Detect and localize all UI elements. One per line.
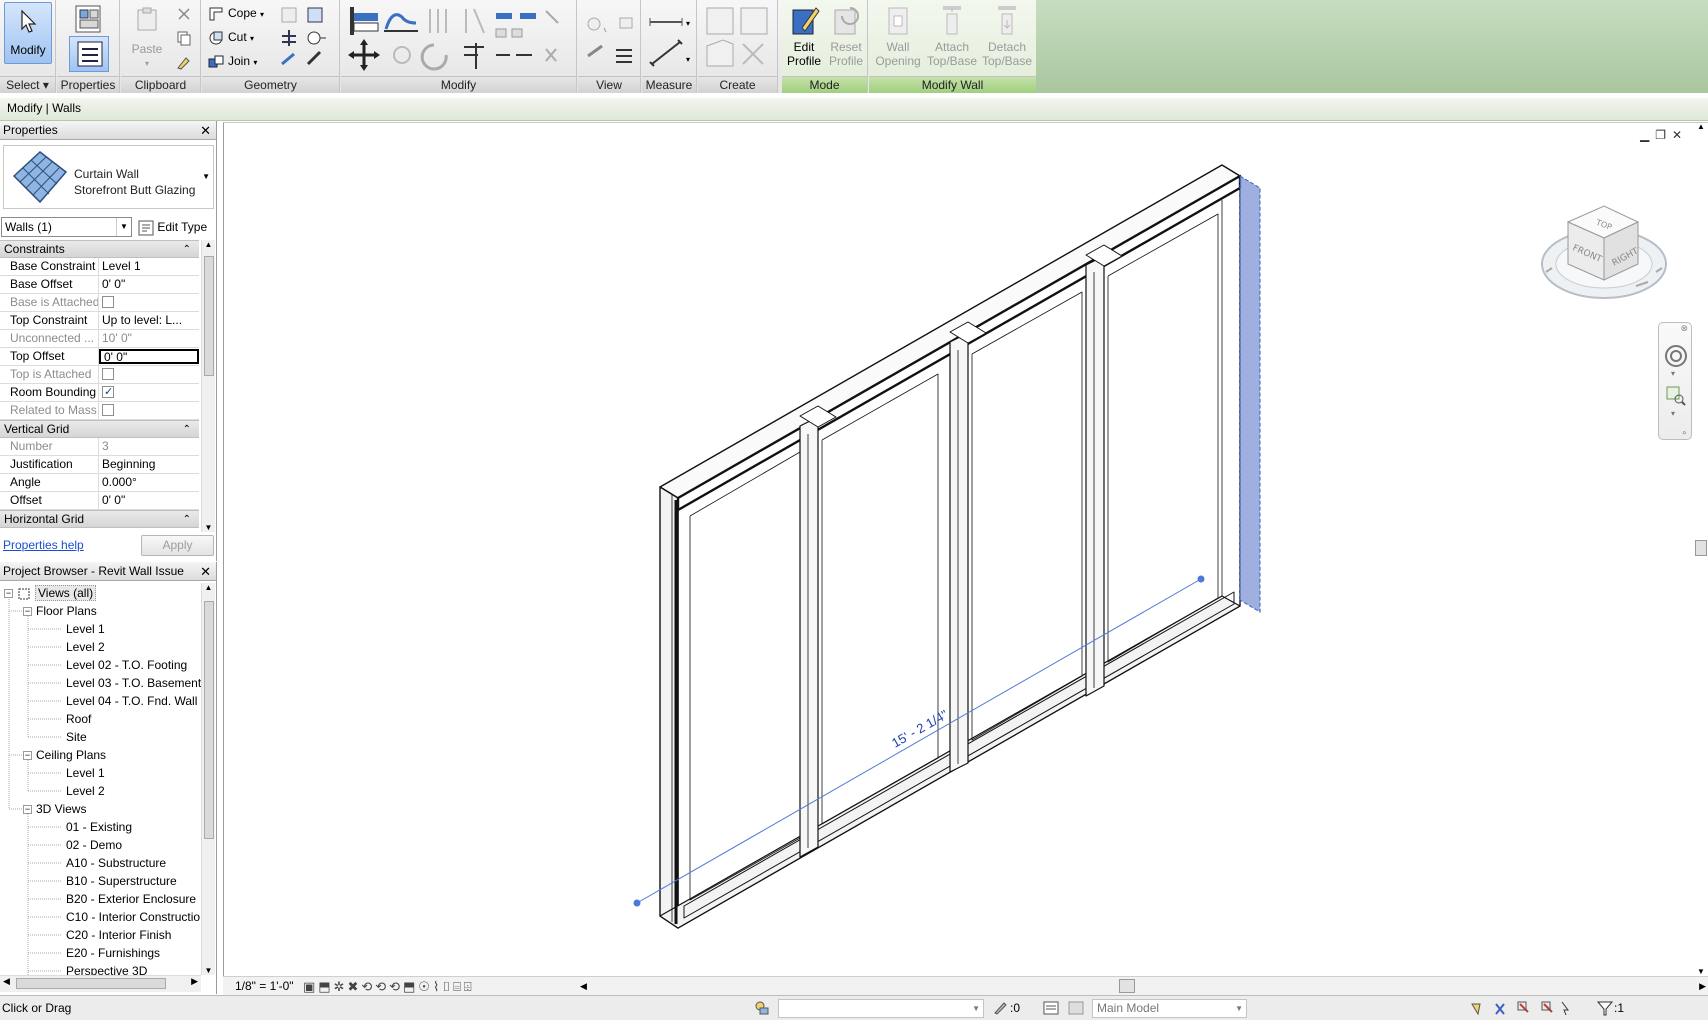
curtain-wall-3d-view[interactable]: 15' - 2 1/4" — [0, 0, 1708, 1020]
view-scale[interactable]: 1/8" = 1'-0" — [235, 977, 294, 995]
view-window-controls[interactable]: ▁❐✕ — [1640, 128, 1688, 142]
status-message: Click or Drag — [2, 1001, 72, 1015]
chevron-down-icon: ▼ — [1235, 1004, 1243, 1013]
scroll-thumb[interactable] — [1695, 540, 1707, 556]
selection-filter-icons[interactable] — [1470, 1000, 1570, 1016]
scroll-thumb[interactable] — [1119, 979, 1135, 993]
editable-count: :0 — [1010, 1001, 1021, 1015]
nav-bar-options-icon[interactable]: ⚬ — [1680, 428, 1688, 439]
restore-icon[interactable]: ❐ — [1655, 128, 1672, 142]
editable-only-icon[interactable] — [992, 1000, 1008, 1016]
active-workset-select[interactable]: ▼ — [778, 999, 984, 1018]
exclude-options-icon[interactable] — [1068, 1000, 1084, 1016]
chevron-down-icon[interactable]: ▾ — [1671, 409, 1675, 418]
minimize-icon[interactable]: ▁ — [1640, 128, 1655, 142]
canvas-hscrollbar[interactable] — [578, 979, 1694, 993]
scroll-down-icon[interactable]: ▼ — [1694, 967, 1708, 976]
worksets-icon[interactable] — [754, 1000, 770, 1016]
close-icon[interactable]: ✕ — [1672, 128, 1688, 142]
dimension-grip-start[interactable] — [633, 899, 641, 907]
temporary-dimension-line[interactable] — [636, 578, 1202, 904]
selected-edge-highlight — [1239, 175, 1261, 613]
dimension-grip-end[interactable] — [1197, 575, 1205, 583]
filter-count: :1 — [1614, 1001, 1625, 1015]
chevron-down-icon[interactable]: ▾ — [1671, 369, 1675, 378]
steering-wheel-icon[interactable] — [1663, 343, 1689, 369]
zoom-region-icon[interactable] — [1665, 385, 1687, 407]
status-bar: Click or Drag ▼ :0 Main Model ▼ :1 — [0, 995, 1708, 1020]
view-control-bar: 1/8" = 1'-0" ▣⬒✲✖⟲⟲⟲⬒☉⌇⌷⌸⌹ ◀ ▶ — [223, 976, 1708, 995]
view-control-icons[interactable]: ▣⬒✲✖⟲⟲⟲⬒☉⌇⌷⌸⌹ — [303, 978, 475, 996]
chevron-down-icon: ▼ — [972, 1004, 980, 1013]
filter-icon[interactable] — [1597, 1000, 1613, 1016]
scroll-up-icon[interactable]: ▲ — [1694, 122, 1708, 131]
scroll-right-icon[interactable]: ▶ — [1699, 977, 1706, 995]
close-icon[interactable]: ⊗ — [1680, 323, 1688, 334]
design-option-select[interactable]: Main Model ▼ — [1092, 999, 1247, 1018]
design-options-icon[interactable] — [1043, 1000, 1059, 1016]
navigation-bar: ⊗ ▾ ▾ ⚬ — [1658, 322, 1692, 440]
viewcube[interactable]: TOP FRONT RIGHT — [1536, 202, 1676, 312]
canvas-vscrollbar[interactable]: ▲ ▼ — [1694, 122, 1708, 976]
